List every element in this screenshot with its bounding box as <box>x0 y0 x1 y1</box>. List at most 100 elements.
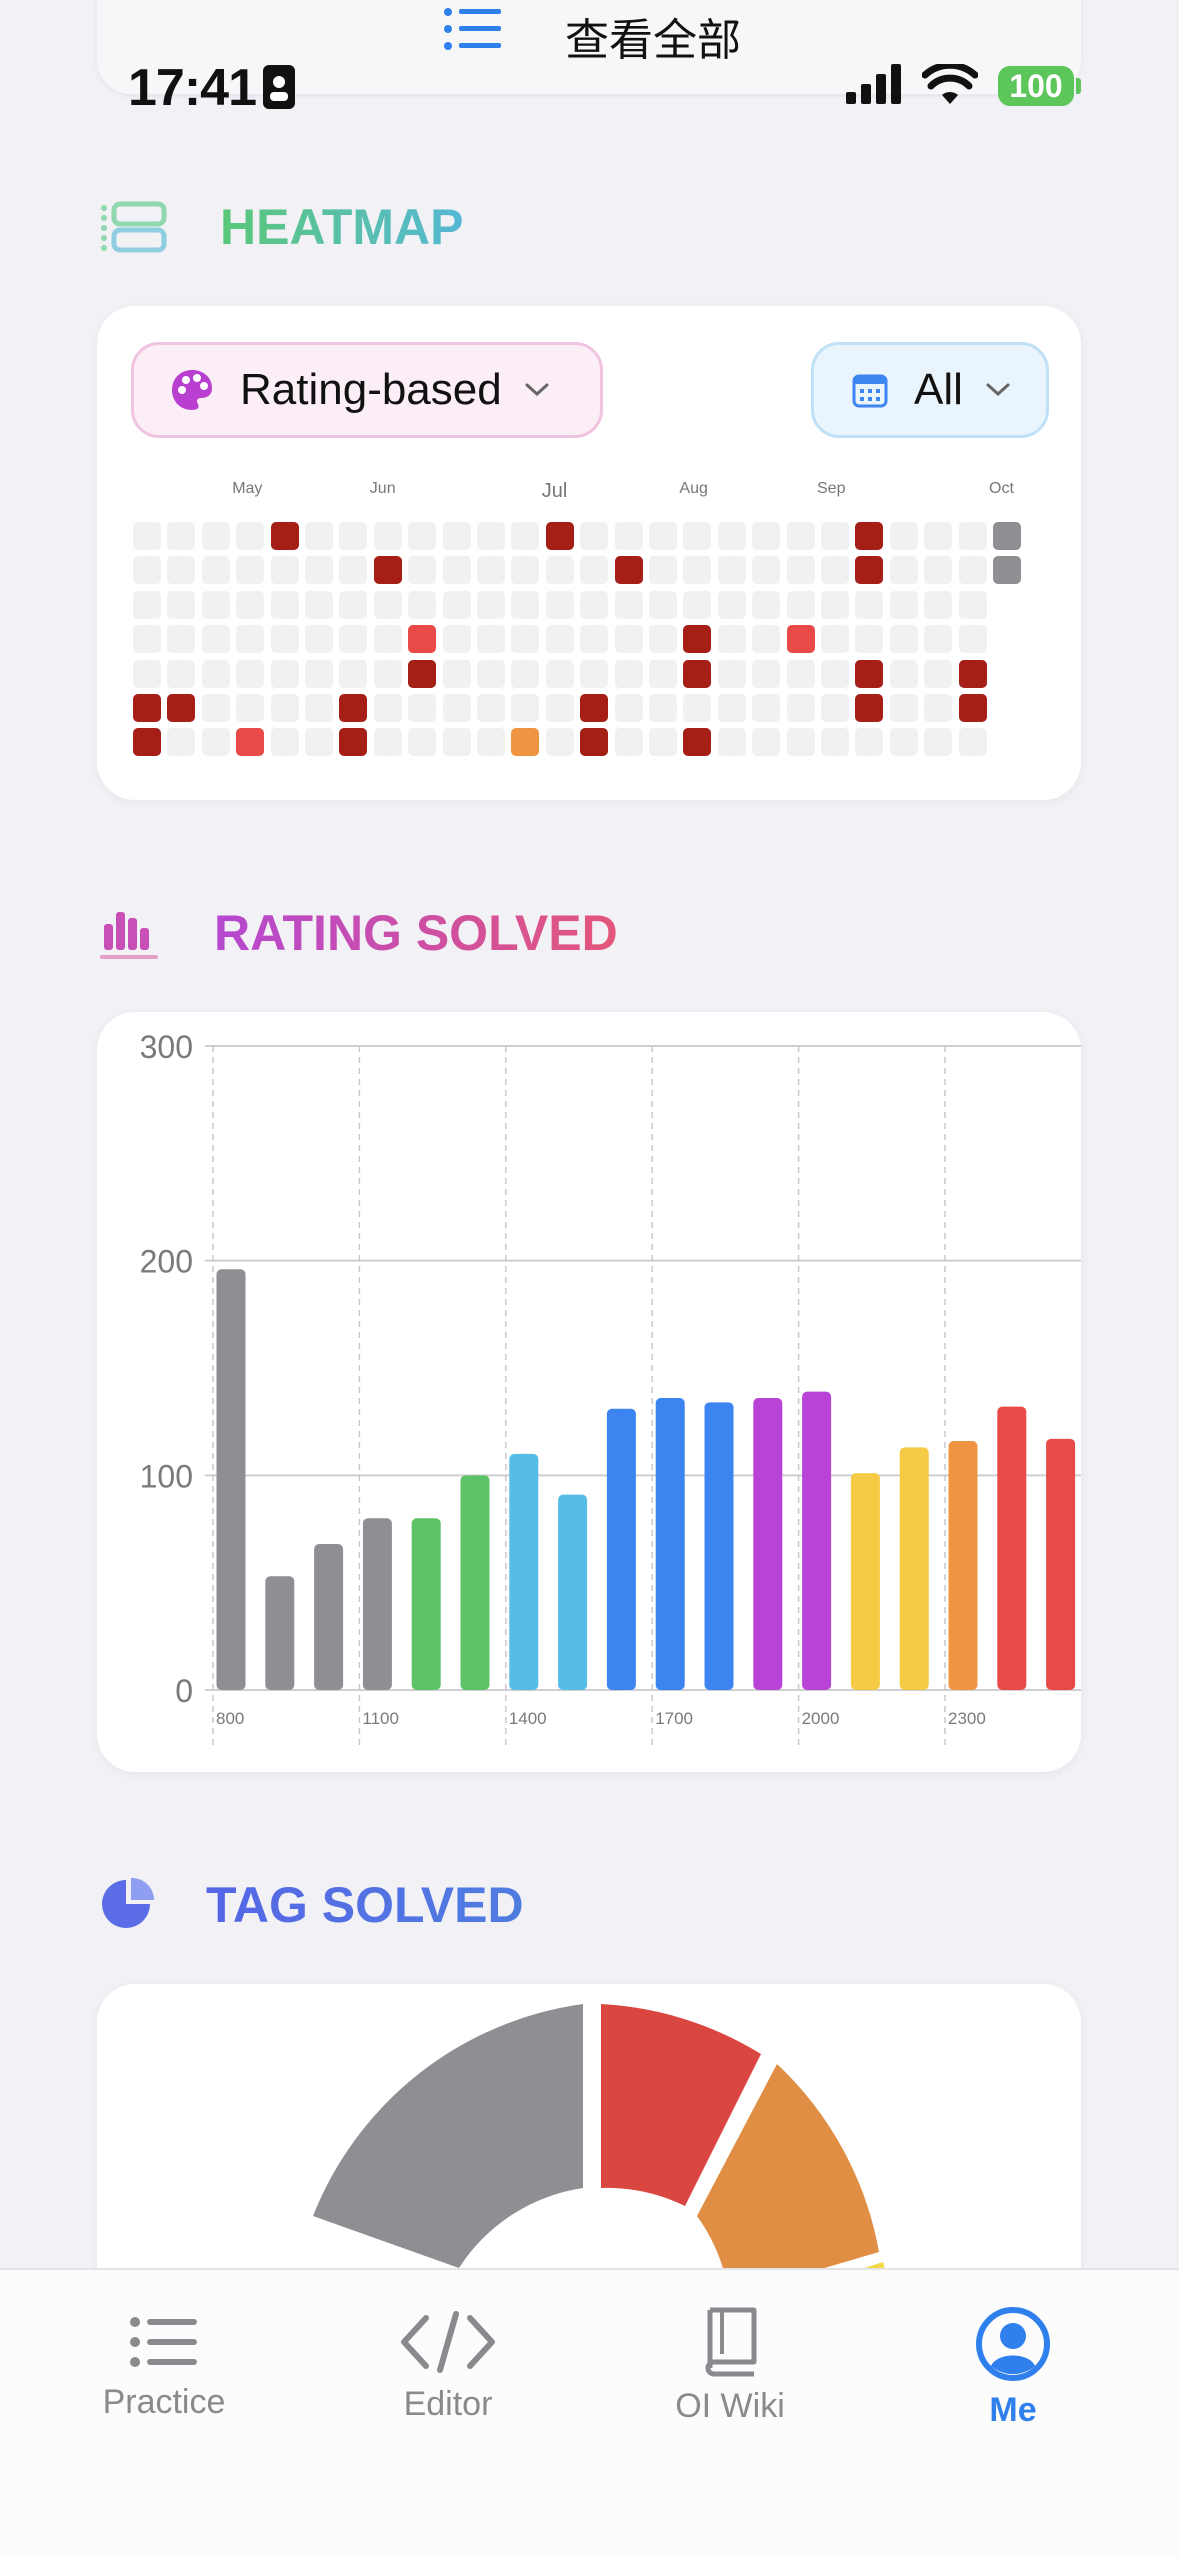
heatmap-cell[interactable] <box>649 556 677 585</box>
heatmap-cell[interactable] <box>580 556 609 585</box>
heatmap-cell[interactable] <box>373 522 402 550</box>
heatmap-cell[interactable] <box>717 659 746 688</box>
heatmap-cell[interactable] <box>855 694 884 722</box>
heatmap-cell[interactable] <box>270 590 299 619</box>
heatmap-cell[interactable] <box>614 694 643 722</box>
heatmap-cell[interactable] <box>649 659 677 688</box>
heatmap-cell[interactable] <box>958 556 987 585</box>
heatmap-cell[interactable] <box>339 694 368 722</box>
heatmap-cell[interactable] <box>373 694 402 722</box>
heatmap-cell[interactable] <box>442 625 471 654</box>
heatmap-cell[interactable] <box>752 522 781 550</box>
heatmap-cell[interactable] <box>201 625 230 654</box>
heatmap-cell[interactable] <box>133 694 161 722</box>
heatmap-cell[interactable] <box>511 625 540 654</box>
heatmap-cell[interactable] <box>545 659 574 688</box>
heatmap-cell[interactable] <box>993 556 1021 585</box>
heatmap-cell[interactable] <box>477 694 505 722</box>
heatmap-cell[interactable] <box>958 590 987 619</box>
heatmap-cell[interactable] <box>305 590 333 619</box>
heatmap-cell[interactable] <box>373 590 402 619</box>
heatmap-cell[interactable] <box>889 694 918 722</box>
heatmap-cell[interactable] <box>545 728 574 757</box>
heatmap-cell[interactable] <box>752 590 781 619</box>
heatmap-cell[interactable] <box>305 659 333 688</box>
heatmap-cell[interactable] <box>717 625 746 654</box>
heatmap-cell[interactable] <box>270 625 299 654</box>
heatmap-cell[interactable] <box>855 590 884 619</box>
heatmap-cell[interactable] <box>545 556 574 585</box>
heatmap-cell[interactable] <box>821 522 849 550</box>
heatmap-cell[interactable] <box>786 556 815 585</box>
heatmap-cell[interactable] <box>545 522 574 550</box>
heatmap-cell[interactable] <box>889 556 918 585</box>
heatmap-cell[interactable] <box>683 556 712 585</box>
heatmap-cell[interactable] <box>717 556 746 585</box>
heatmap-cell[interactable] <box>821 728 849 757</box>
heatmap-cell[interactable] <box>717 728 746 757</box>
heatmap-cell[interactable] <box>236 556 265 585</box>
heatmap-cell[interactable] <box>786 728 815 757</box>
heatmap-cell[interactable] <box>408 556 437 585</box>
heatmap-cell[interactable] <box>339 590 368 619</box>
heatmap-cell[interactable] <box>786 522 815 550</box>
heatmap-cell[interactable] <box>580 694 609 722</box>
heatmap-cell[interactable] <box>167 556 196 585</box>
heatmap-cell[interactable] <box>511 728 540 757</box>
heatmap-cell[interactable] <box>717 590 746 619</box>
heatmap-cell[interactable] <box>442 728 471 757</box>
heatmap-cell[interactable] <box>821 625 849 654</box>
heatmap-cell[interactable] <box>339 728 368 757</box>
heatmap-cell[interactable] <box>373 625 402 654</box>
heatmap-cell[interactable] <box>821 556 849 585</box>
heatmap-cell[interactable] <box>408 694 437 722</box>
heatmap-cell[interactable] <box>477 625 505 654</box>
heatmap-cell[interactable] <box>614 625 643 654</box>
heatmap-cell[interactable] <box>442 522 471 550</box>
heatmap-cell[interactable] <box>958 522 987 550</box>
heatmap-cell[interactable] <box>511 659 540 688</box>
heatmap-cell[interactable] <box>649 590 677 619</box>
heatmap-cell[interactable] <box>821 590 849 619</box>
heatmap-cell[interactable] <box>924 694 953 722</box>
heatmap-cell[interactable] <box>305 694 333 722</box>
heatmap-cell[interactable] <box>373 659 402 688</box>
heatmap-cell[interactable] <box>924 625 953 654</box>
heatmap-cell[interactable] <box>270 694 299 722</box>
heatmap-cell[interactable] <box>580 522 609 550</box>
heatmap-cell[interactable] <box>442 659 471 688</box>
tab-me[interactable]: Me <box>893 2270 1133 2430</box>
heatmap-cell[interactable] <box>786 590 815 619</box>
heatmap-cell[interactable] <box>924 590 953 619</box>
heatmap-cell[interactable] <box>201 590 230 619</box>
heatmap-cell[interactable] <box>270 556 299 585</box>
heatmap-cell[interactable] <box>236 694 265 722</box>
heatmap-cell[interactable] <box>614 556 643 585</box>
heatmap-cell[interactable] <box>408 728 437 757</box>
heatmap-cell[interactable] <box>339 625 368 654</box>
heatmap-cell[interactable] <box>167 728 196 757</box>
heatmap-cell[interactable] <box>236 728 265 757</box>
tab-editor[interactable]: Editor <box>328 2270 568 2424</box>
heatmap-cell[interactable] <box>305 625 333 654</box>
heatmap-cell[interactable] <box>752 659 781 688</box>
heatmap-cell[interactable] <box>511 522 540 550</box>
heatmap-cell[interactable] <box>821 694 849 722</box>
heatmap-cell[interactable] <box>167 659 196 688</box>
heatmap-cell[interactable] <box>545 625 574 654</box>
heatmap-cell[interactable] <box>133 728 161 757</box>
heatmap-cell[interactable] <box>270 522 299 550</box>
heatmap-cell[interactable] <box>167 522 196 550</box>
heatmap-cell[interactable] <box>167 590 196 619</box>
heatmap-cell[interactable] <box>717 522 746 550</box>
heatmap-cell[interactable] <box>614 590 643 619</box>
heatmap-cell[interactable] <box>477 659 505 688</box>
heatmap-cell[interactable] <box>855 659 884 688</box>
heatmap-cell[interactable] <box>889 522 918 550</box>
heatmap-cell[interactable] <box>201 728 230 757</box>
heatmap-cell[interactable] <box>993 522 1021 550</box>
heatmap-cell[interactable] <box>924 556 953 585</box>
heatmap-cell[interactable] <box>580 728 609 757</box>
heatmap-cell[interactable] <box>614 522 643 550</box>
heatmap-cell[interactable] <box>958 659 987 688</box>
